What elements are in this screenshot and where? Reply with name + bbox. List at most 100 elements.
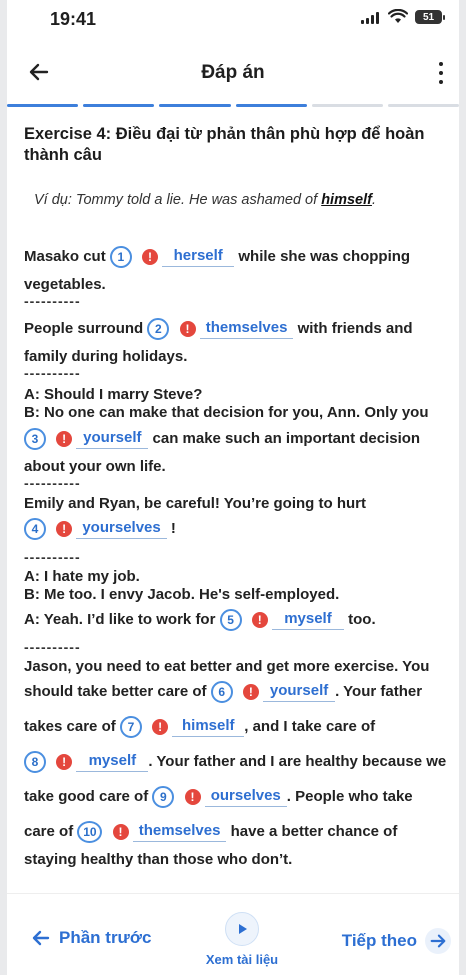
answer-field[interactable]: yourselves [76,519,167,539]
question-number: 10 [77,821,103,843]
question-number: 2 [147,318,170,340]
question-text: care of [24,822,74,840]
question-2: People surround 2 ! themselves with frie… [24,318,413,340]
question-text: A: Yeah. I’d like to work for [24,610,216,628]
question-text: Masako cut [24,247,106,265]
progress-segment [311,104,383,107]
top-app-bar: Đáp án [7,52,459,96]
answer-field[interactable]: ourselves [204,787,287,807]
separator: ---------- [24,475,81,491]
play-icon [225,912,259,946]
question-number: 5 [219,609,242,631]
question-number: 9 [152,786,175,808]
question-text-line: Emily and Ryan, be careful! You’re going… [24,495,366,512]
view-document-label: Xem tài liệu [205,952,279,967]
arrow-right-icon [425,928,451,954]
answer-field[interactable]: myself [271,610,344,630]
separator: ---------- [24,365,81,381]
exercise-title: Exercise 4: Điều đại từ phản thân phù hợ… [24,125,425,164]
separator: ---------- [24,293,81,309]
question-5: A: Yeah. I’d like to work for 5 ! myself… [24,609,376,631]
question-text: can make such an important decision [152,429,421,447]
warning-icon: ! [56,431,73,447]
next-label: Tiếp theo [341,931,417,950]
previous-label: Phần trước [59,928,152,947]
wifi-icon [388,9,408,23]
question-number: 8 [24,751,46,773]
question-text: . Your father [335,682,423,700]
question-1: Masako cut 1 ! herself while she was cho… [24,246,410,268]
question-text: with friends and [297,319,413,337]
warning-icon: ! [179,321,196,337]
progress-segment [7,104,79,107]
answer-field[interactable]: themselves [199,319,294,339]
answer-field[interactable]: yourself [76,429,149,449]
question-text-line: B: No one can make that decision for you… [24,404,429,421]
battery-level: 51 [422,11,435,23]
question-text: . People who take [286,787,413,805]
example-sentence: Ví dụ: Tommy told a lie. He was ashamed … [34,192,447,208]
previous-button[interactable]: Phần trước [31,928,151,948]
example-suffix: . [371,192,376,208]
progress-segment [159,104,231,107]
question-number: 6 [210,681,233,703]
warning-icon: ! [251,612,268,628]
progress-segment [83,104,155,107]
question-text-line: about your own life. [24,458,166,475]
question-text-line: B: Me too. I envy Jacob. He's self-emplo… [24,586,340,603]
question-text: ! [170,519,176,537]
question-6: should take better care of 6 ! yourself.… [24,681,422,703]
question-text-line: Jason, you need to eat better and get mo… [24,658,430,675]
question-text: takes care of [24,717,116,735]
question-text: have a better chance of [230,822,398,840]
next-button[interactable]: Tiếp theo [342,928,451,954]
answer-field[interactable]: yourself [263,682,336,702]
question-text-line: A: I hate my job. [24,568,140,585]
status-bar: 19:41 51 [7,0,459,40]
warning-icon: ! [56,754,73,770]
answer-field[interactable]: themselves [132,822,227,842]
bottom-navigation: Phần trước Xem tài liệu Tiếp theo [7,893,459,975]
separator: ---------- [24,549,81,565]
question-10: care of 10 ! themselves have a better ch… [24,821,397,843]
progress-segment [235,104,307,107]
exercise-content: Exercise 4: Điều đại từ phản thân phù hợ… [24,124,447,208]
question-text: take good care of [24,787,149,805]
example-text: Ví dụ: Tommy told a lie. He was ashamed … [34,192,322,208]
progress-bar [7,104,459,108]
view-document-button[interactable]: Xem tài liệu [202,912,282,967]
answer-field[interactable]: himself [172,717,245,737]
cellular-signal-icon [361,12,379,24]
arrow-left-icon [32,930,50,946]
warning-icon: ! [242,684,259,700]
page-title: Đáp án [201,62,265,83]
warning-icon: ! [184,789,201,805]
progress-segment [387,104,459,107]
question-7: takes care of 7 ! himself, and I take ca… [24,716,375,738]
question-9: take good care of 9 ! ourselves. People … [24,786,413,808]
question-text: too. [348,610,376,628]
app-screen: 19:41 51 Đáp án Exercise 4: Điều đại từ … [7,0,459,975]
question-text-line: staying healthy than those who don’t. [24,851,293,868]
question-text: while she was chopping [238,247,411,265]
question-text: should take better care of [24,682,207,700]
warning-icon: ! [152,719,169,735]
question-number: 7 [119,716,142,738]
question-number: 3 [24,428,46,450]
warning-icon: ! [112,824,129,840]
warning-icon: ! [56,521,73,537]
question-text-line: vegetables. [24,276,106,293]
answer-field[interactable]: herself [162,247,235,267]
question-number: 4 [24,518,46,540]
more-options-icon[interactable] [437,62,445,84]
question-text: , and I take care of [244,717,376,735]
example-answer: himself [321,192,372,208]
battery-icon: 51 [415,10,445,24]
warning-icon: ! [142,249,159,265]
question-text-line: family during holidays. [24,348,188,365]
answer-field[interactable]: myself [76,752,149,772]
question-text: . Your father and I are healthy because … [148,752,447,770]
status-time: 19:41 [50,9,97,29]
question-4: 4 ! yourselves ! [24,518,176,540]
question-text: People surround [24,319,144,337]
